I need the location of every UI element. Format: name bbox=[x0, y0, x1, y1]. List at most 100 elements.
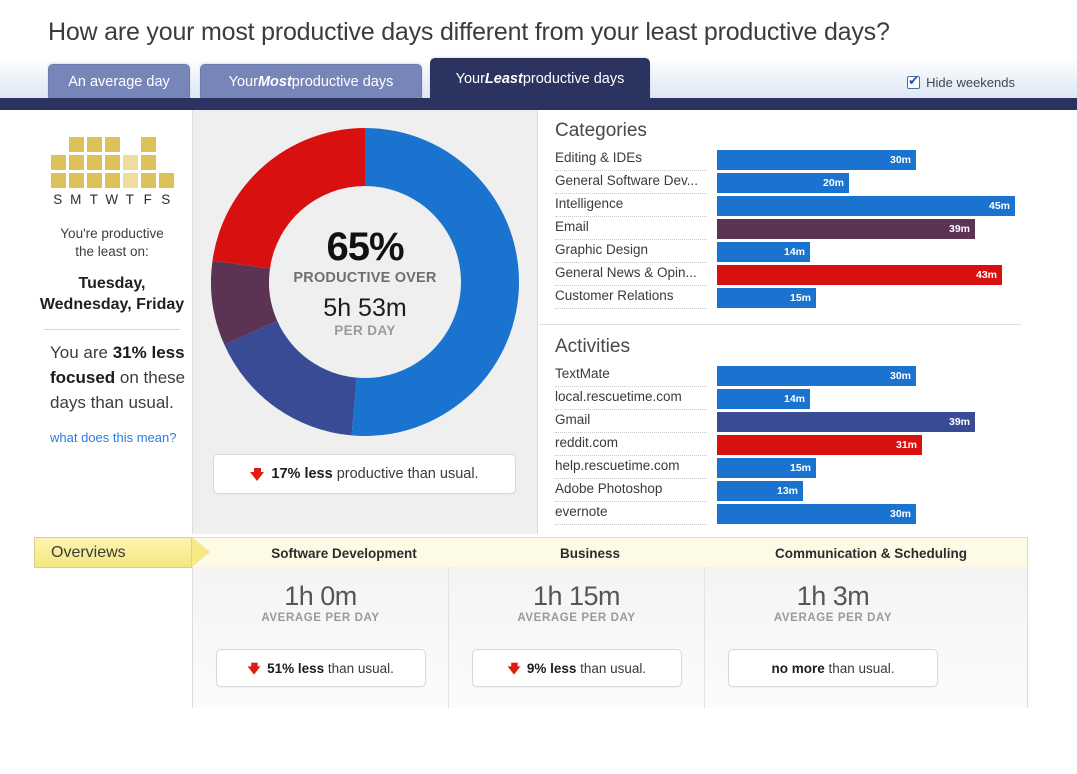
weekday-bar-column bbox=[68, 137, 84, 188]
bar[interactable]: 20m bbox=[717, 173, 849, 193]
weekday-initial: T bbox=[125, 192, 135, 207]
activities-rows: TextMate 30m local.rescuetime.com 14m Gmail 3… bbox=[539, 365, 1028, 526]
tab-an-average-day[interactable]: An average day bbox=[48, 64, 190, 98]
weekday-initial: F bbox=[143, 192, 153, 207]
bar-value-label: 13m bbox=[776, 485, 798, 497]
table-row[interactable]: Customer Relations 15m bbox=[539, 287, 1028, 310]
table-row[interactable]: Gmail 39m bbox=[539, 411, 1028, 434]
tab-label-suffix: productive days bbox=[522, 70, 625, 87]
hide-weekends-toggle[interactable]: Hide weekends bbox=[907, 73, 1015, 90]
weekday-bar-column bbox=[122, 155, 138, 188]
bar[interactable]: 13m bbox=[717, 481, 803, 501]
bar-track: 20m bbox=[717, 173, 1015, 193]
bar-track: 15m bbox=[717, 288, 1015, 308]
donut-svg bbox=[211, 128, 520, 436]
tab-strip: An average day Your Most productive days… bbox=[0, 58, 1077, 110]
overview-column: 1h 3m AVERAGE PER DAY no more than usual… bbox=[705, 567, 961, 708]
overview-comparison-rest: than usual. bbox=[576, 660, 647, 676]
table-row[interactable]: Editing & IDEs 30m bbox=[539, 149, 1028, 172]
table-row[interactable]: evernote 30m bbox=[539, 503, 1028, 526]
ribbon-column-business[interactable]: Business bbox=[467, 538, 713, 568]
bar[interactable]: 31m bbox=[717, 435, 922, 455]
bar-value-label: 39m bbox=[948, 223, 970, 235]
bar[interactable]: 43m bbox=[717, 265, 1002, 285]
table-row[interactable]: Adobe Photoshop 13m bbox=[539, 480, 1028, 503]
table-row[interactable]: help.rescuetime.com 15m bbox=[539, 457, 1028, 480]
day-summary-sidebar: SMTWTFS You're productive the least on: … bbox=[36, 132, 188, 446]
weekday-bar-icon bbox=[36, 132, 188, 188]
overviews-tab[interactable]: Overviews bbox=[34, 537, 192, 568]
main-content-card: 65% PRODUCTIVE OVER 5h 53m PER DAY 17% l… bbox=[192, 110, 1028, 534]
bar-track: 39m bbox=[717, 219, 1015, 239]
bar[interactable]: 15m bbox=[717, 458, 816, 478]
checkbox-icon[interactable] bbox=[907, 73, 921, 89]
weekday-bar-cell bbox=[140, 137, 156, 152]
row-label: Email bbox=[555, 218, 707, 240]
focus-pre: You are bbox=[50, 343, 113, 362]
tab-your-least-productive-days[interactable]: Your Least productive days bbox=[430, 58, 650, 98]
callout-bold: 17% less bbox=[271, 466, 333, 482]
activities-title: Activities bbox=[555, 336, 630, 357]
bar-track: 14m bbox=[717, 389, 1015, 409]
table-row[interactable]: Email 39m bbox=[539, 218, 1028, 241]
tab-your-most-productive-days[interactable]: Your Most productive days bbox=[200, 64, 422, 98]
table-row[interactable]: General Software Dev... 20m bbox=[539, 172, 1028, 195]
overview-column: 1h 15m AVERAGE PER DAY 9% less than usua… bbox=[449, 567, 705, 708]
bar-value-label: 14m bbox=[783, 393, 805, 405]
table-row[interactable]: reddit.com 31m bbox=[539, 434, 1028, 457]
bar[interactable]: 14m bbox=[717, 242, 810, 262]
bar[interactable]: 15m bbox=[717, 288, 816, 308]
overview-caption: AVERAGE PER DAY bbox=[773, 612, 893, 624]
hide-weekends-label: Hide weekends bbox=[926, 75, 1015, 90]
sidebar-divider bbox=[44, 329, 180, 330]
bar-value-label: 43m bbox=[975, 269, 997, 281]
bar[interactable]: 45m bbox=[717, 196, 1015, 216]
overview-column: 1h 0m AVERAGE PER DAY 51% less than usua… bbox=[193, 567, 449, 708]
table-row[interactable]: local.rescuetime.com 14m bbox=[539, 388, 1028, 411]
focus-statement: You are 31% less focused on these days t… bbox=[36, 340, 188, 415]
categories-title: Categories bbox=[555, 120, 647, 141]
overview-value: 1h 3m bbox=[796, 581, 870, 611]
weekday-bar-cell bbox=[86, 155, 102, 170]
weekday-bar-column bbox=[50, 155, 66, 188]
overview-comparison-bold: 9% less bbox=[526, 660, 577, 676]
bar-track: 13m bbox=[717, 481, 1015, 501]
productivity-donut-chart: 65% PRODUCTIVE OVER 5h 53m PER DAY bbox=[211, 128, 520, 436]
ribbon-column-software-development[interactable]: Software Development bbox=[221, 538, 467, 568]
table-row[interactable]: Intelligence 45m bbox=[539, 195, 1028, 218]
donut-segment-distracting[interactable] bbox=[212, 128, 365, 269]
arrow-down-icon bbox=[247, 662, 261, 675]
what-does-this-mean-link[interactable]: what does this mean? bbox=[36, 429, 188, 446]
productivity-callout: 17% less productive than usual. bbox=[213, 454, 516, 494]
bar[interactable]: 14m bbox=[717, 389, 810, 409]
tab-label-emphasis: Least bbox=[484, 70, 523, 87]
bar[interactable]: 39m bbox=[717, 412, 975, 432]
weekday-initial: W bbox=[105, 192, 119, 207]
bar-track: 30m bbox=[717, 150, 1015, 170]
bar[interactable]: 30m bbox=[717, 366, 916, 386]
bar-track: 30m bbox=[717, 504, 1015, 524]
section-divider bbox=[539, 324, 1021, 325]
donut-segment-productive[interactable] bbox=[224, 321, 357, 436]
table-row[interactable]: Graphic Design 14m bbox=[539, 241, 1028, 264]
weekday-bar-cell bbox=[50, 155, 66, 170]
table-row[interactable]: General News & Opin... 43m bbox=[539, 264, 1028, 287]
donut-segment-very-productive[interactable] bbox=[351, 128, 520, 436]
bar[interactable]: 39m bbox=[717, 219, 975, 239]
bar[interactable]: 30m bbox=[717, 504, 916, 524]
bar-track: 14m bbox=[717, 242, 1015, 262]
overviews-ribbon: Overviews Software Development Business … bbox=[34, 537, 1029, 568]
table-row[interactable]: TextMate 30m bbox=[539, 365, 1028, 388]
page-title: How are your most productive days differ… bbox=[48, 18, 890, 46]
overview-comparison-bold: 51% less bbox=[267, 660, 325, 676]
bar-value-label: 30m bbox=[889, 370, 911, 382]
weekday-bar-cell bbox=[86, 173, 102, 188]
bar[interactable]: 30m bbox=[717, 150, 916, 170]
weekday-bar-column bbox=[104, 137, 120, 188]
weekday-initial: S bbox=[53, 192, 63, 207]
ribbon-column-communication-scheduling[interactable]: Communication & Scheduling bbox=[713, 538, 1029, 568]
weekday-bar-cell bbox=[104, 173, 120, 188]
donut-panel: 65% PRODUCTIVE OVER 5h 53m PER DAY 17% l… bbox=[193, 110, 538, 534]
tab-label-prefix: Your bbox=[228, 73, 258, 90]
categories-section: Categories Editing & IDEs 30m General Soft… bbox=[539, 120, 1028, 310]
